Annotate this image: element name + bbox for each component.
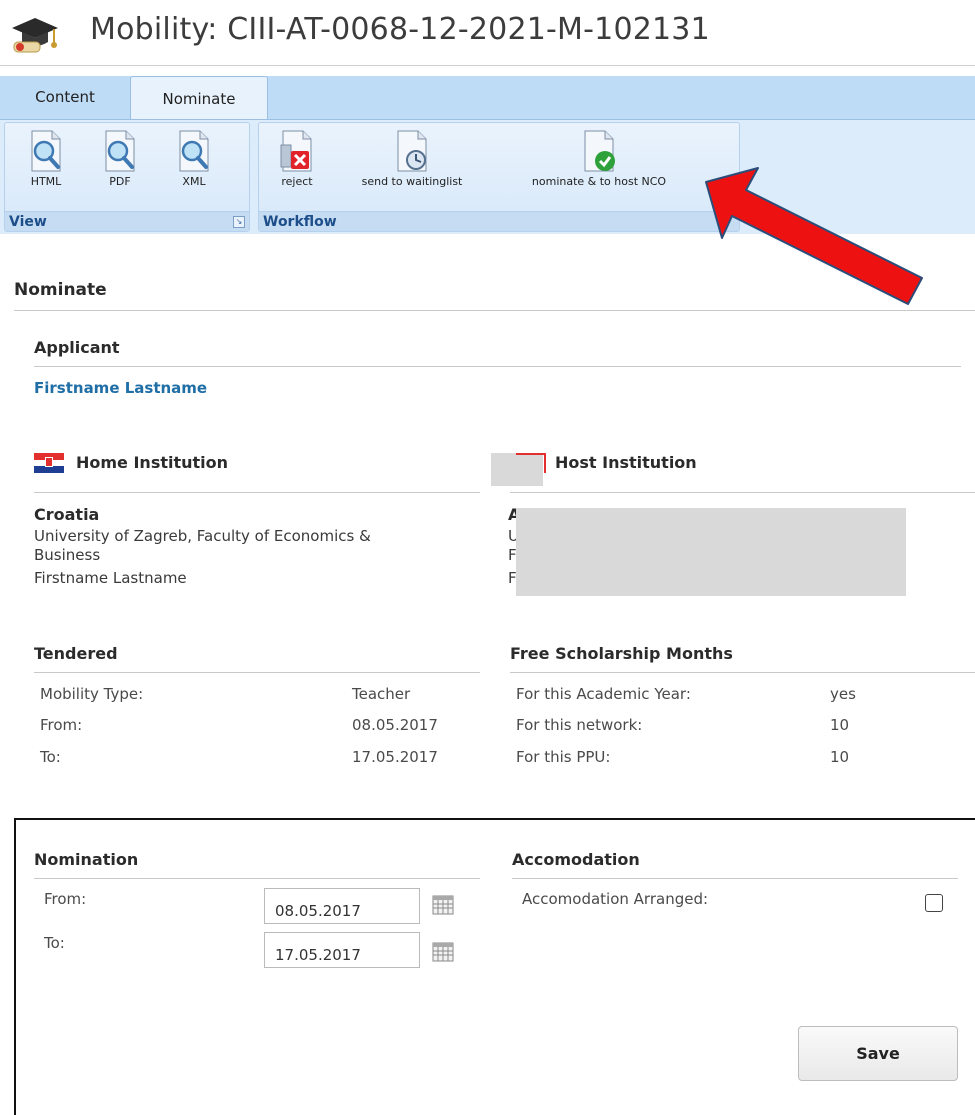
divider: [512, 878, 958, 879]
magnifier-doc-icon: [179, 130, 209, 172]
tendered-value: 08.05.2017: [352, 716, 438, 734]
ribbon-group-view: HTML PDF XML View ↘: [4, 122, 250, 232]
page-title: Mobility: CIII-AT-0068-12-2021-M-102131: [90, 12, 710, 47]
tendered-label: From:: [40, 716, 83, 734]
xml-button-label: XML: [182, 175, 206, 188]
accomodation-arranged-checkbox[interactable]: [925, 894, 943, 912]
save-button[interactable]: Save: [798, 1026, 958, 1081]
free-scholarship-months-heading: Free Scholarship Months: [510, 644, 733, 663]
title-bar: Mobility: CIII-AT-0068-12-2021-M-102131: [0, 0, 975, 66]
redacted-host-details: [516, 508, 906, 596]
nominate-to-host-nco-button[interactable]: nominate & to host NCO: [519, 129, 679, 188]
free-months-label: For this Academic Year:: [516, 685, 691, 703]
send-to-waitinglist-label: send to waitinglist: [361, 175, 463, 188]
dialog-launcher-icon[interactable]: ↘: [233, 216, 245, 228]
home-institution-line1: University of Zagreb, Faculty of Economi…: [34, 527, 371, 545]
ribbon-group-label-view: View: [9, 214, 47, 230]
pdf-button-label: PDF: [109, 175, 131, 188]
tab-content[interactable]: Content: [0, 78, 130, 116]
divider: [34, 878, 480, 879]
nomination-from-label: From:: [44, 890, 87, 908]
magnifier-doc-icon: [31, 130, 61, 172]
section-title-nominate: Nominate: [14, 280, 107, 300]
accomodation-heading: Accomodation: [512, 850, 640, 869]
applicant-name-link[interactable]: Firstname Lastname: [34, 379, 207, 397]
flag-edge: [544, 453, 546, 473]
free-months-value: 10: [830, 716, 850, 734]
tendered-value: 17.05.2017: [352, 748, 438, 766]
tendered-label: Mobility Type:: [40, 685, 144, 703]
divider: [14, 310, 975, 311]
divider: [34, 672, 480, 673]
tendered-heading: Tendered: [34, 644, 118, 663]
tendered-value: Teacher: [352, 685, 411, 703]
calendar-icon[interactable]: [432, 895, 454, 915]
applicant-heading: Applicant: [34, 338, 120, 357]
home-person: Firstname Lastname: [34, 569, 187, 587]
free-months-label: For this PPU:: [516, 748, 611, 766]
magnifier-doc-icon: [105, 130, 135, 172]
nomination-to-label: To:: [44, 934, 65, 952]
host-institution-heading: Host Institution: [555, 453, 697, 472]
html-button[interactable]: HTML: [17, 129, 75, 188]
tab-nominate[interactable]: Nominate: [130, 76, 268, 120]
reject-button[interactable]: reject: [267, 129, 327, 188]
home-country: Croatia: [34, 505, 100, 524]
croatia-flag-icon: [34, 453, 64, 473]
xml-button[interactable]: XML: [165, 129, 223, 188]
free-months-value: yes: [830, 685, 856, 703]
calendar-icon[interactable]: [432, 942, 454, 962]
free-months-label: For this network:: [516, 716, 643, 734]
pdf-button[interactable]: PDF: [91, 129, 149, 188]
send-to-waitinglist-button[interactable]: send to waitinglist: [347, 129, 477, 188]
tendered-label: To:: [40, 748, 61, 766]
divider: [510, 492, 975, 493]
nomination-from-input[interactable]: [264, 888, 420, 924]
ribbon-group-label-workflow: Workflow: [263, 214, 337, 230]
nomination-to-input[interactable]: [264, 932, 420, 968]
doc-reject-icon: [280, 130, 312, 172]
nominate-to-host-nco-label: nominate & to host NCO: [531, 175, 667, 188]
flag-edge: [516, 453, 546, 455]
reject-button-label: reject: [281, 175, 313, 188]
divider: [510, 672, 975, 673]
divider: [34, 366, 961, 367]
red-arrow-annotation: [705, 167, 923, 305]
ribbon-group-workflow: reject send to waitinglist nominate & to…: [258, 122, 740, 232]
home-institution-heading: Home Institution: [76, 453, 229, 472]
divider: [34, 492, 480, 493]
doc-clock-icon: [397, 130, 427, 172]
home-institution-line2: Business: [34, 546, 101, 564]
accomodation-arranged-label: Accomodation Arranged:: [522, 890, 709, 908]
graduation-cap-icon: [12, 18, 58, 53]
html-button-label: HTML: [30, 175, 62, 188]
doc-check-icon: [584, 130, 615, 172]
free-months-value: 10: [830, 748, 850, 766]
redacted-flag: [491, 453, 543, 486]
nomination-heading: Nomination: [34, 850, 139, 869]
